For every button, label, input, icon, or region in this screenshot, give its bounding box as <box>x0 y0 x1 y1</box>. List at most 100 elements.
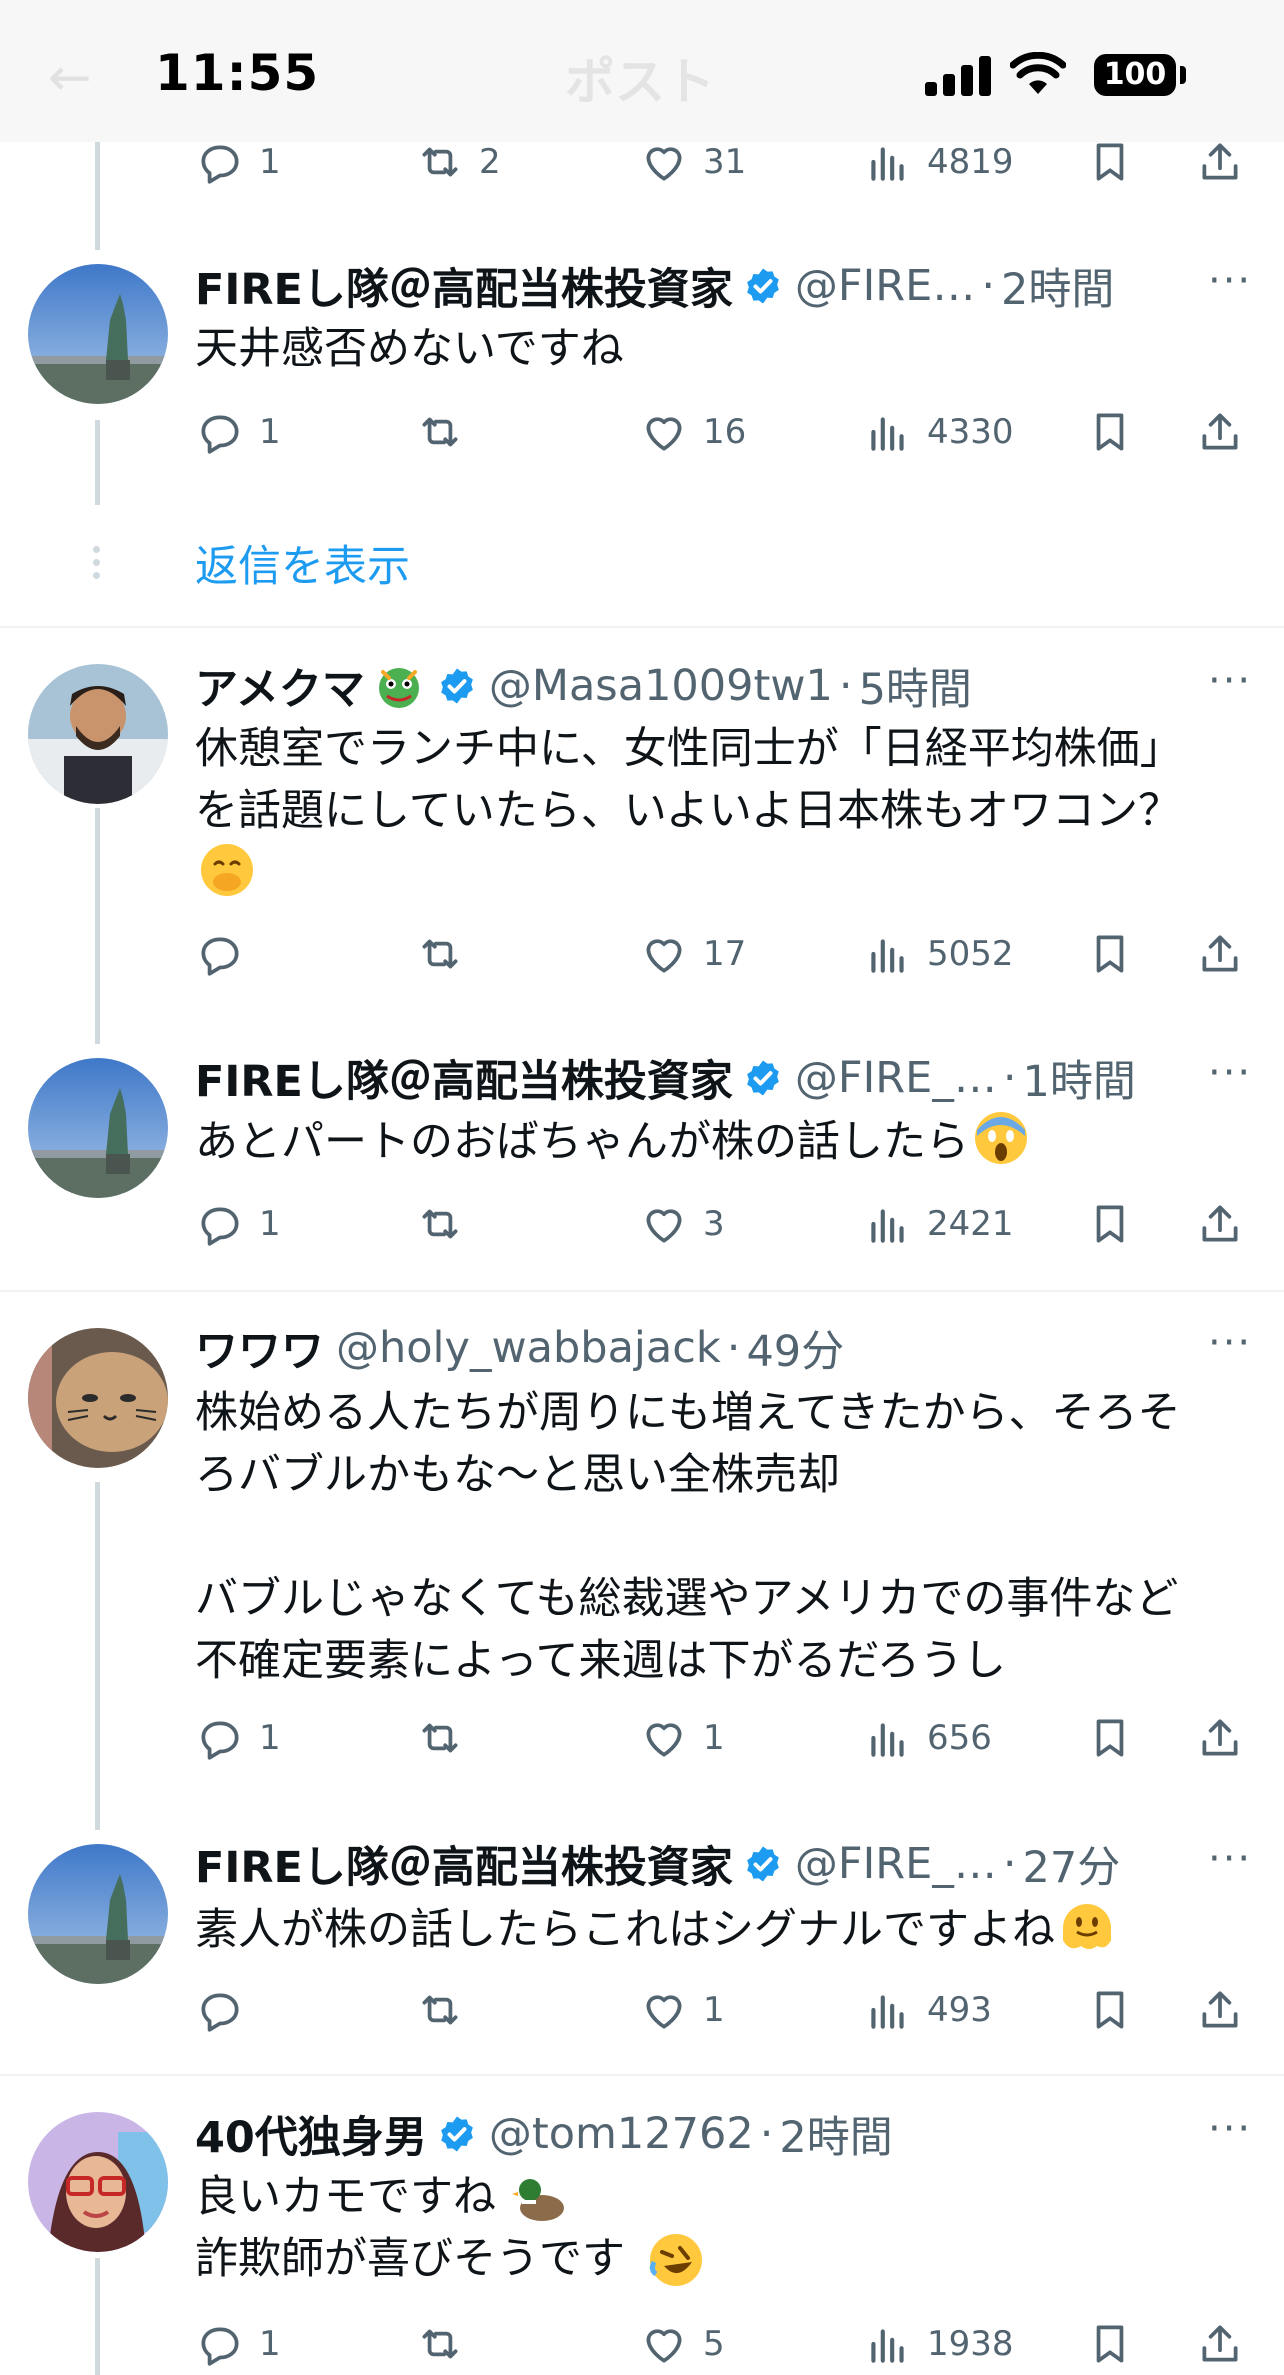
bookmark-icon <box>1096 1991 1124 2029</box>
display-name[interactable]: 40代独身男 <box>195 2103 427 2165</box>
woman-with-glasses-avatar <box>28 2112 168 2252</box>
user-handle[interactable]: @Masa1009tw1 <box>489 661 833 711</box>
avatar[interactable] <box>28 2112 168 2252</box>
post-actions: 17 5052 <box>195 924 1255 984</box>
like-button[interactable]: 5 <box>639 2314 725 2374</box>
post-time[interactable]: 2時間 <box>779 2103 892 2165</box>
post-time[interactable]: 5時間 <box>859 655 972 717</box>
bookmark-button[interactable] <box>1085 1194 1135 1254</box>
repost-button[interactable] <box>415 924 479 984</box>
avatar[interactable] <box>28 264 168 404</box>
thread-more-dots <box>93 546 101 585</box>
repost-button[interactable] <box>415 2314 479 2374</box>
like-button[interactable]: 1 <box>639 1980 725 2040</box>
reply-button[interactable]: 1 <box>195 1194 281 1254</box>
display-name[interactable]: FIREし隊＠高配当株投資家 <box>195 1047 733 1109</box>
more-options-icon[interactable]: ··· <box>1208 1836 1252 1882</box>
share-button[interactable] <box>1195 924 1245 984</box>
user-handle[interactable]: @holy_wabbajack <box>336 1323 721 1373</box>
view-count: 656 <box>927 1718 992 1758</box>
post-text-content: あとパートのおばちゃんが株の話したら <box>195 1117 969 1167</box>
reply-button[interactable] <box>195 1980 259 2040</box>
battery-nub <box>1180 66 1186 84</box>
more-options-icon[interactable]: ··· <box>1208 1050 1252 1096</box>
more-options-icon[interactable]: ··· <box>1208 2106 1252 2152</box>
bookmark-button[interactable] <box>1085 1708 1135 1768</box>
user-handle[interactable]: @FIRE_… <box>795 1053 997 1103</box>
separator: · <box>838 661 853 711</box>
view-count: 493 <box>927 1990 992 2030</box>
share-button[interactable] <box>1195 2314 1245 2374</box>
repost-button[interactable] <box>415 1708 479 1768</box>
reply-button[interactable] <box>195 924 259 984</box>
avatar[interactable] <box>28 1844 168 1984</box>
user-handle[interactable]: @FIRE… <box>795 261 975 311</box>
views-button[interactable]: 2421 <box>863 1194 1014 1254</box>
verified-badge-icon <box>747 1846 779 1882</box>
share-icon <box>1202 1719 1238 1756</box>
like-button[interactable]: 3 <box>639 1194 725 1254</box>
views-button[interactable]: 4330 <box>863 402 1014 462</box>
more-options-icon[interactable]: ··· <box>1208 258 1252 304</box>
post-header: FIREし隊＠高配当株投資家 @FIRE_… · 27分 <box>195 1834 1120 1894</box>
post-time[interactable]: 27分 <box>1023 1833 1121 1895</box>
views-button[interactable]: 1938 <box>863 2314 1014 2374</box>
reply-count: 1 <box>259 2324 281 2364</box>
wifi-icon <box>1010 52 1066 94</box>
show-replies-link[interactable]: 返信を表示 <box>195 532 410 594</box>
share-button[interactable] <box>1195 1708 1245 1768</box>
display-name[interactable]: アメクマ <box>195 655 365 717</box>
avatar[interactable] <box>28 664 168 804</box>
repost-icon <box>422 2329 458 2359</box>
repost-button[interactable] <box>415 1980 479 2040</box>
post-time[interactable]: 2時間 <box>1001 255 1114 317</box>
post-actions: 1 3 2421 <box>195 1194 1255 1254</box>
share-icon <box>1202 413 1238 450</box>
bookmark-icon <box>1096 935 1124 973</box>
reply-button[interactable]: 1 <box>195 402 281 462</box>
back-arrow-icon[interactable]: ← <box>48 48 92 108</box>
display-name[interactable]: ワワワ <box>195 1317 324 1379</box>
reply-button[interactable]: 1 <box>195 1708 281 1768</box>
bookmark-button[interactable] <box>1085 1980 1135 2040</box>
more-options-icon[interactable]: ··· <box>1208 1320 1252 1366</box>
post-actions: 1 5 1938 <box>195 2314 1255 2374</box>
post-time[interactable]: 1時間 <box>1023 1047 1136 1109</box>
analytics-icon <box>871 1995 904 2029</box>
statue-photo <box>28 1058 168 1198</box>
post-time[interactable]: 49分 <box>746 1317 844 1379</box>
rofl-emoji-icon <box>649 2234 702 2286</box>
views-button[interactable]: 656 <box>863 1708 992 1768</box>
like-button[interactable]: 16 <box>639 402 746 462</box>
user-handle[interactable]: @FIRE_… <box>795 1839 997 1889</box>
post-header: 40代独身男 @tom12762 · 2時間 <box>195 2104 893 2164</box>
bookmark-button[interactable] <box>1085 402 1135 462</box>
views-button[interactable]: 5052 <box>863 924 1014 984</box>
views-button[interactable]: 493 <box>863 1980 992 2040</box>
view-count: 4819 <box>927 142 1014 182</box>
like-button[interactable]: 1 <box>639 1708 725 1768</box>
display-name[interactable]: FIREし隊＠高配当株投資家 <box>195 1833 733 1895</box>
reply-icon <box>201 1993 239 2032</box>
share-button[interactable] <box>1195 1980 1245 2040</box>
share-button[interactable] <box>1195 402 1245 462</box>
reply-button[interactable]: 1 <box>195 2314 281 2374</box>
display-name[interactable]: FIREし隊＠高配当株投資家 <box>195 255 733 317</box>
cat-drawing-avatar <box>28 1328 168 1468</box>
more-options-icon[interactable]: ··· <box>1208 658 1252 704</box>
avatar[interactable] <box>28 1328 168 1468</box>
heart-icon <box>646 1723 682 1757</box>
bookmark-icon <box>1096 1719 1124 1757</box>
user-handle[interactable]: @tom12762 <box>489 2109 754 2159</box>
heart-icon <box>646 417 682 451</box>
share-button[interactable] <box>1195 1194 1245 1254</box>
post-actions: 1 1 656 <box>195 1708 1255 1768</box>
avatar[interactable] <box>28 1058 168 1198</box>
analytics-icon <box>871 1209 904 1243</box>
bookmark-button[interactable] <box>1085 924 1135 984</box>
bookmark-button[interactable] <box>1085 2314 1135 2374</box>
like-button[interactable]: 17 <box>639 924 746 984</box>
reply-count: 1 <box>259 142 281 182</box>
repost-button[interactable] <box>415 402 479 462</box>
repost-button[interactable] <box>415 1194 479 1254</box>
